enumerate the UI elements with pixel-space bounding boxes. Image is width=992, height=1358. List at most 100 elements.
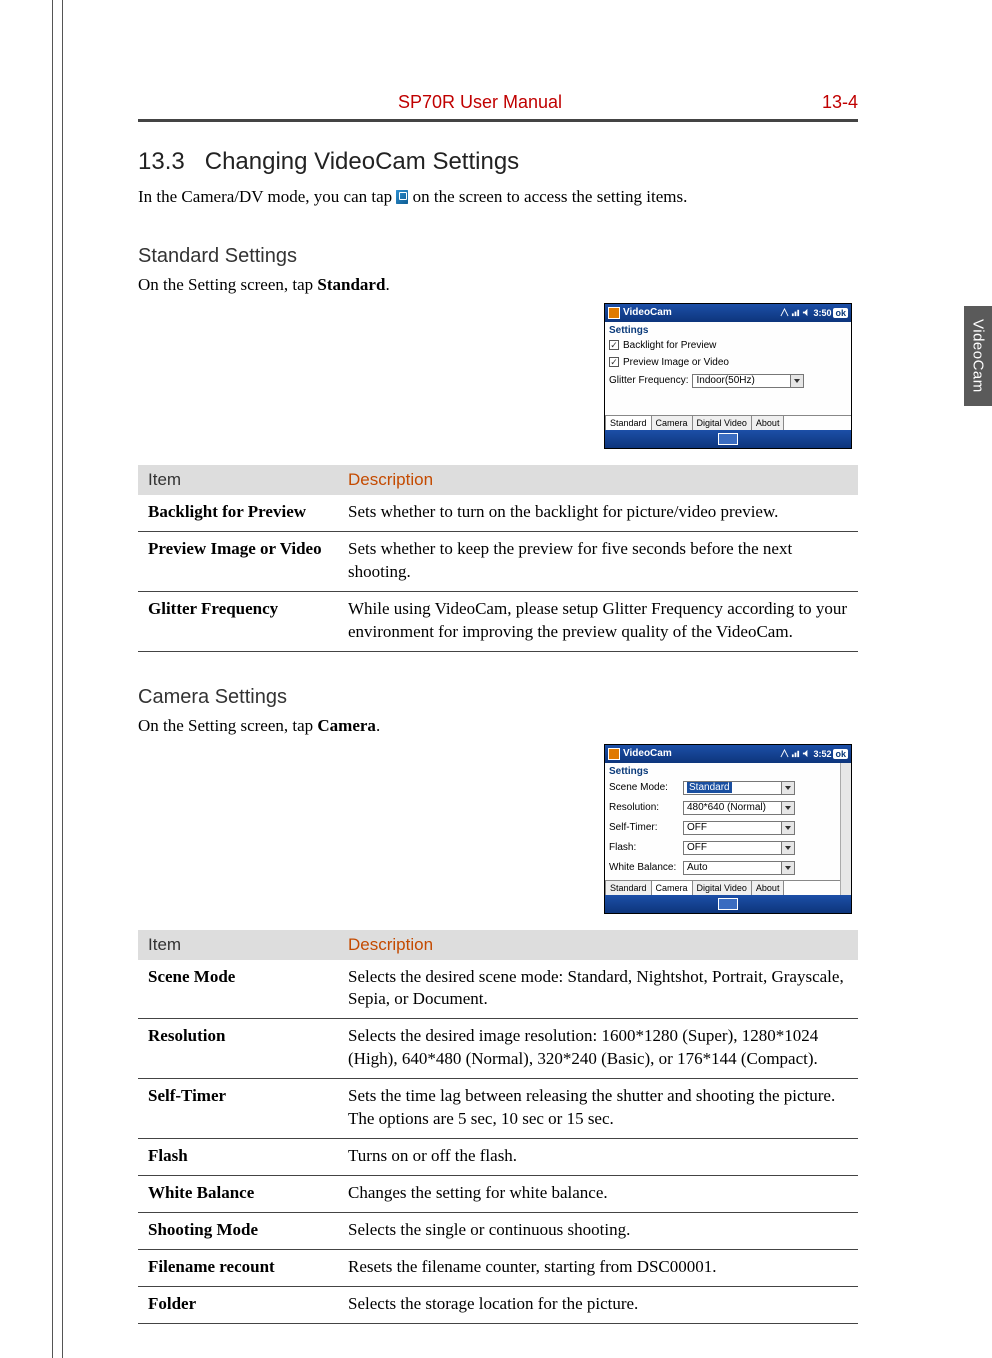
shot-field-label: Self-Timer:: [609, 822, 679, 833]
cell-desc: Selects the desired image resolution: 16…: [338, 1019, 858, 1079]
shot-field-value: Standard: [687, 782, 732, 793]
section-number: 13.3: [138, 148, 185, 175]
cell-desc: Sets the time lag between releasing the …: [338, 1079, 858, 1139]
camera-lead-post: .: [376, 716, 380, 735]
screenshot-standard: VideoCam 3:50 ok Settings ✓ Backlight fo…: [604, 303, 852, 449]
shot-window-title: VideoCam: [623, 307, 672, 318]
cell-desc: Selects the storage location for the pic…: [338, 1286, 858, 1323]
cell-desc: Resets the filename counter, starting fr…: [338, 1249, 858, 1286]
shot-field-row: Flash: OFF: [605, 838, 840, 858]
shot-field-label: White Balance:: [609, 862, 679, 873]
shot-tabs: Standard Camera Digital Video About: [605, 415, 851, 430]
doc-title: SP70R User Manual: [398, 92, 562, 113]
cell-desc: Turns on or off the flash.: [338, 1139, 858, 1176]
cell-desc: Changes the setting for white balance.: [338, 1176, 858, 1213]
cell-item: Folder: [138, 1286, 338, 1323]
standard-lead: On the Setting screen, tap Standard.: [138, 274, 858, 297]
chevron-down-icon: [781, 862, 794, 874]
shot-field-select[interactable]: Auto: [683, 861, 795, 875]
shot-field-row: Resolution: 480*640 (Normal): [605, 798, 840, 818]
tab-about[interactable]: About: [751, 416, 785, 430]
binding-rule: [62, 0, 63, 1358]
glitter-select[interactable]: Indoor(50Hz): [692, 374, 804, 388]
tab-standard[interactable]: Standard: [605, 881, 651, 895]
shot-field-select[interactable]: OFF: [683, 821, 795, 835]
table-row: Shooting ModeSelects the single or conti…: [138, 1213, 858, 1250]
shot-tabs: Standard Camera Digital Video About: [605, 880, 840, 895]
shot-field-select[interactable]: 480*640 (Normal): [683, 801, 795, 815]
cell-item: White Balance: [138, 1176, 338, 1213]
tab-digital-video[interactable]: Digital Video: [692, 881, 751, 895]
cell-desc: Selects the desired scene mode: Standard…: [338, 960, 858, 1019]
start-menu-icon[interactable]: [608, 748, 620, 760]
tab-about[interactable]: About: [751, 881, 785, 895]
table-row: FolderSelects the storage location for t…: [138, 1286, 858, 1323]
cell-item: Flash: [138, 1139, 338, 1176]
table-row: Filename recountResets the filename coun…: [138, 1249, 858, 1286]
table-row: White BalanceChanges the setting for whi…: [138, 1176, 858, 1213]
cell-item: Filename recount: [138, 1249, 338, 1286]
cell-item: Preview Image or Video: [138, 531, 338, 591]
cell-desc: Sets whether to turn on the backlight fo…: [338, 495, 858, 531]
backlight-checkbox[interactable]: ✓: [609, 340, 619, 350]
standard-lead-post: .: [385, 275, 389, 294]
table-row: Preview Image or VideoSets whether to ke…: [138, 531, 858, 591]
th-desc: Description: [338, 465, 858, 495]
glitter-label: Glitter Frequency:: [609, 375, 688, 386]
speaker-icon: [802, 308, 811, 317]
binding-rule: [52, 0, 53, 1358]
table-row: ResolutionSelects the desired image reso…: [138, 1019, 858, 1079]
th-desc: Description: [338, 930, 858, 960]
tab-digital-video[interactable]: Digital Video: [692, 416, 751, 430]
glitter-select-value: Indoor(50Hz): [696, 375, 754, 386]
keyboard-icon[interactable]: [718, 898, 738, 910]
shot-field-row: White Balance: Auto: [605, 858, 840, 878]
shot-bottombar: [605, 895, 851, 913]
cell-item: Backlight for Preview: [138, 495, 338, 531]
tab-camera[interactable]: Camera: [651, 881, 692, 895]
signal-icon: [791, 308, 800, 317]
settings-label: Settings: [605, 322, 851, 337]
th-item: Item: [138, 930, 338, 960]
shot-titlebar: VideoCam 3:50 ok: [605, 304, 851, 322]
shot-window-title: VideoCam: [623, 748, 672, 759]
signal-icon: [791, 749, 800, 758]
camera-heading: Camera Settings: [138, 686, 858, 709]
ok-button[interactable]: ok: [833, 749, 848, 759]
shot-field-value: OFF: [687, 822, 707, 833]
chevron-down-icon: [781, 782, 794, 794]
shot-field-value: OFF: [687, 842, 707, 853]
tab-standard[interactable]: Standard: [605, 416, 651, 430]
camera-lead: On the Setting screen, tap Camera.: [138, 715, 858, 738]
connectivity-icon: [780, 749, 789, 758]
shot-field-select[interactable]: Standard: [683, 781, 795, 795]
page-number: 13-4: [822, 92, 858, 113]
backlight-checkbox-label: Backlight for Preview: [623, 340, 716, 351]
connectivity-icon: [780, 308, 789, 317]
table-row: Self-TimerSets the time lag between rele…: [138, 1079, 858, 1139]
screenshot-camera: VideoCam 3:52 ok Settings Scene Mode:Sta…: [604, 744, 852, 914]
th-item: Item: [138, 465, 338, 495]
shot-field-label: Resolution:: [609, 802, 679, 813]
intro-pre: In the Camera/DV mode, you can tap: [138, 187, 396, 206]
scrollbar[interactable]: [840, 763, 851, 895]
standard-table: Item Description Backlight for PreviewSe…: [138, 465, 858, 652]
shot-field-label: Flash:: [609, 842, 679, 853]
chevron-down-icon: [781, 822, 794, 834]
standard-lead-bold: Standard: [317, 275, 385, 294]
start-menu-icon[interactable]: [608, 307, 620, 319]
tab-camera[interactable]: Camera: [651, 416, 692, 430]
intro-post: on the screen to access the setting item…: [408, 187, 687, 206]
table-row: FlashTurns on or off the flash.: [138, 1139, 858, 1176]
standard-lead-pre: On the Setting screen, tap: [138, 275, 317, 294]
ok-button[interactable]: ok: [833, 308, 848, 318]
chevron-down-icon: [790, 375, 803, 387]
standard-heading: Standard Settings: [138, 245, 858, 268]
section-heading: 13.3 Changing VideoCam Settings: [138, 148, 858, 176]
preview-checkbox[interactable]: ✓: [609, 357, 619, 367]
shot-field-select[interactable]: OFF: [683, 841, 795, 855]
table-row: Backlight for PreviewSets whether to tur…: [138, 495, 858, 531]
keyboard-icon[interactable]: [718, 433, 738, 445]
cell-item: Resolution: [138, 1019, 338, 1079]
camera-lead-bold: Camera: [317, 716, 376, 735]
